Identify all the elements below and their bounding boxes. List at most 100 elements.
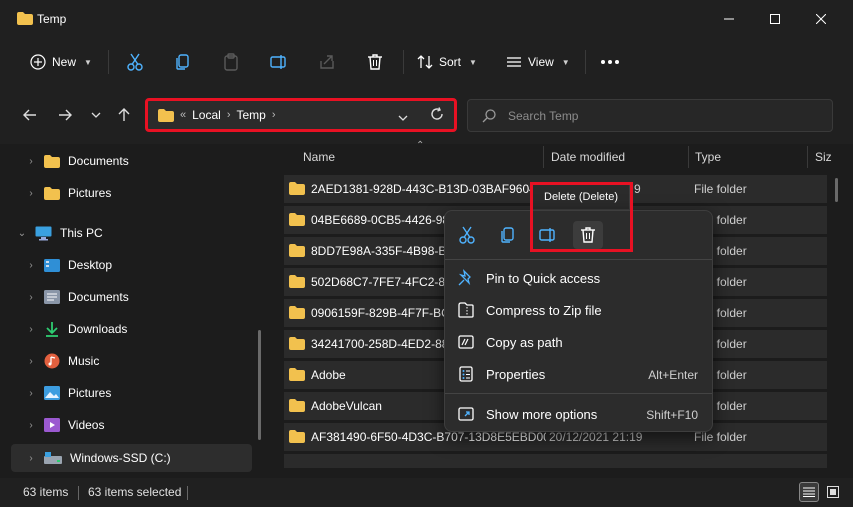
- breadcrumb: « Local › Temp ›: [158, 108, 276, 122]
- share-icon: [320, 55, 334, 69]
- documents-icon: [44, 290, 60, 304]
- menu-item-label: Copy as path: [486, 335, 563, 350]
- menu-item-properties[interactable]: Properties Alt+Enter: [445, 359, 712, 389]
- file-name: Adobe: [311, 368, 346, 382]
- table-row[interactable]: [284, 454, 827, 468]
- share-button[interactable]: [318, 48, 336, 76]
- chevron-right-icon[interactable]: ›: [26, 188, 36, 199]
- menu-divider: [445, 393, 712, 394]
- column-divider[interactable]: [543, 146, 544, 168]
- sidebar-item-documents-pc[interactable]: › Documents: [26, 283, 129, 311]
- new-label: New: [52, 55, 77, 69]
- chevron-right-icon[interactable]: ›: [26, 292, 36, 303]
- list-scrollbar[interactable]: [835, 178, 838, 202]
- context-menu: Pin to Quick access Compress to Zip file…: [444, 210, 713, 432]
- copy-icon: [501, 227, 514, 243]
- context-rename-button[interactable]: [533, 221, 563, 249]
- column-header-name[interactable]: Name: [303, 144, 335, 170]
- context-delete-button[interactable]: [573, 221, 603, 249]
- column-divider[interactable]: [688, 146, 689, 168]
- breadcrumb-local[interactable]: Local: [192, 108, 221, 122]
- menu-item-show-more-options[interactable]: Show more options Shift+F10: [445, 399, 712, 429]
- sidebar-item-documents[interactable]: › Documents: [26, 147, 128, 175]
- sidebar-item-music[interactable]: › Music: [26, 347, 99, 375]
- view-button[interactable]: View ▼: [506, 48, 570, 76]
- address-history-button[interactable]: [398, 110, 408, 124]
- breadcrumb-temp[interactable]: Temp: [236, 108, 265, 122]
- arrow-left-icon: [23, 109, 36, 121]
- zip-icon: [458, 302, 474, 318]
- overflow-crumb[interactable]: «: [180, 109, 186, 121]
- copy-button[interactable]: [174, 48, 192, 76]
- chevron-right-icon[interactable]: ›: [26, 356, 36, 367]
- sidebar-item-downloads[interactable]: › Downloads: [26, 315, 127, 343]
- back-button[interactable]: [17, 102, 43, 128]
- column-header-size[interactable]: Siz: [815, 144, 832, 170]
- desktop-icon: [44, 258, 60, 272]
- details-view-icon: [803, 487, 815, 497]
- scissors-icon: [459, 226, 475, 244]
- pictures-icon: [44, 386, 60, 400]
- close-button[interactable]: [798, 0, 844, 38]
- window-title: Temp: [37, 12, 67, 26]
- divider: [585, 50, 586, 74]
- chevron-down-icon: ▼: [469, 57, 477, 67]
- column-header-date[interactable]: Date modified: [551, 144, 625, 170]
- chevron-right-icon[interactable]: ›: [26, 420, 36, 431]
- paste-button[interactable]: [222, 48, 240, 76]
- chevron-right-icon[interactable]: ›: [26, 324, 36, 335]
- chevron-down-icon[interactable]: ⌄: [17, 228, 27, 239]
- sidebar-item-label: Music: [68, 354, 100, 368]
- chevron-right-icon[interactable]: ›: [26, 453, 36, 464]
- rename-icon: [270, 55, 286, 69]
- menu-item-label: Compress to Zip file: [486, 303, 602, 318]
- maximize-button[interactable]: [752, 0, 798, 38]
- menu-item-pin-quick-access[interactable]: Pin to Quick access: [445, 263, 712, 293]
- scissors-icon: [127, 53, 143, 71]
- refresh-button[interactable]: [430, 107, 444, 124]
- menu-item-label: Pin to Quick access: [486, 271, 601, 286]
- column-divider[interactable]: [807, 146, 808, 168]
- menu-item-label: Show more options: [486, 407, 598, 422]
- tiles-view-button[interactable]: [823, 482, 843, 502]
- rename-button[interactable]: [270, 48, 288, 76]
- chevron-right-icon[interactable]: ›: [26, 388, 36, 399]
- minimize-icon: [724, 18, 734, 20]
- properties-icon: [459, 366, 473, 382]
- more-options-icon: [458, 407, 474, 421]
- folder-icon: [44, 154, 60, 168]
- delete-button[interactable]: [366, 48, 384, 76]
- more-button[interactable]: [600, 48, 620, 76]
- sidebar-item-desktop[interactable]: › Desktop: [26, 251, 112, 279]
- sidebar-item-windows-ssd[interactable]: › Windows-SSD (C:): [11, 444, 252, 472]
- file-name: 2AED1381-928D-443C-B13D-03BAF9604F...: [311, 182, 552, 196]
- sidebar-item-this-pc[interactable]: ⌄ This PC: [17, 219, 103, 247]
- column-header-type[interactable]: Type: [695, 144, 721, 170]
- cut-button[interactable]: [126, 48, 144, 76]
- address-bar[interactable]: « Local › Temp ›: [145, 98, 457, 132]
- minimize-button[interactable]: [706, 0, 752, 38]
- forward-button[interactable]: [52, 102, 78, 128]
- folder-icon: [289, 275, 305, 288]
- paste-icon: [224, 53, 238, 71]
- recent-locations-button[interactable]: [83, 102, 109, 128]
- sort-caret-icon: ⌃: [416, 140, 425, 151]
- up-button[interactable]: [111, 102, 137, 128]
- sidebar-item-pictures-pc[interactable]: › Pictures: [26, 379, 111, 407]
- sidebar-item-videos[interactable]: › Videos: [26, 411, 104, 439]
- arrow-up-icon: [118, 108, 130, 121]
- new-button[interactable]: New ▼: [30, 48, 92, 76]
- sidebar-item-pictures[interactable]: › Pictures: [26, 179, 111, 207]
- details-view-button[interactable]: [799, 482, 819, 502]
- file-type: File folder: [694, 182, 747, 196]
- context-copy-button[interactable]: [493, 221, 523, 249]
- sidebar-scrollbar[interactable]: [258, 330, 261, 440]
- context-cut-button[interactable]: [452, 221, 482, 249]
- chevron-down-icon: [398, 115, 408, 121]
- chevron-right-icon[interactable]: ›: [26, 156, 36, 167]
- menu-item-copy-as-path[interactable]: Copy as path: [445, 327, 712, 357]
- chevron-right-icon[interactable]: ›: [26, 260, 36, 271]
- search-input[interactable]: Search Temp: [467, 99, 833, 132]
- menu-item-compress-zip[interactable]: Compress to Zip file: [445, 295, 712, 325]
- sort-button[interactable]: Sort ▼: [417, 48, 477, 76]
